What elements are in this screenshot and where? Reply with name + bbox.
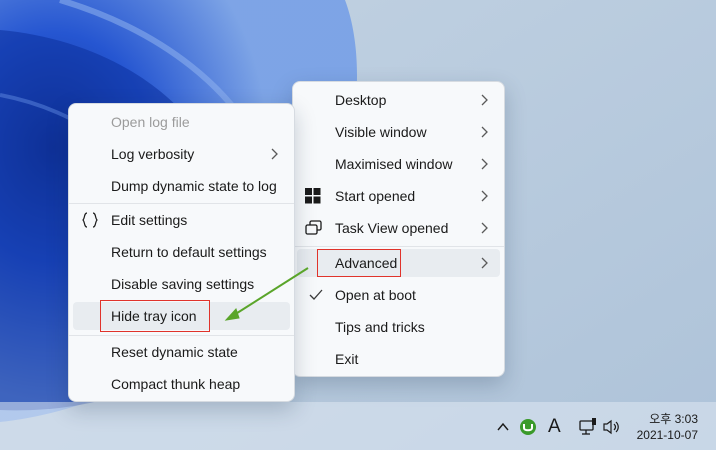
annotation-arrow (224, 267, 309, 321)
